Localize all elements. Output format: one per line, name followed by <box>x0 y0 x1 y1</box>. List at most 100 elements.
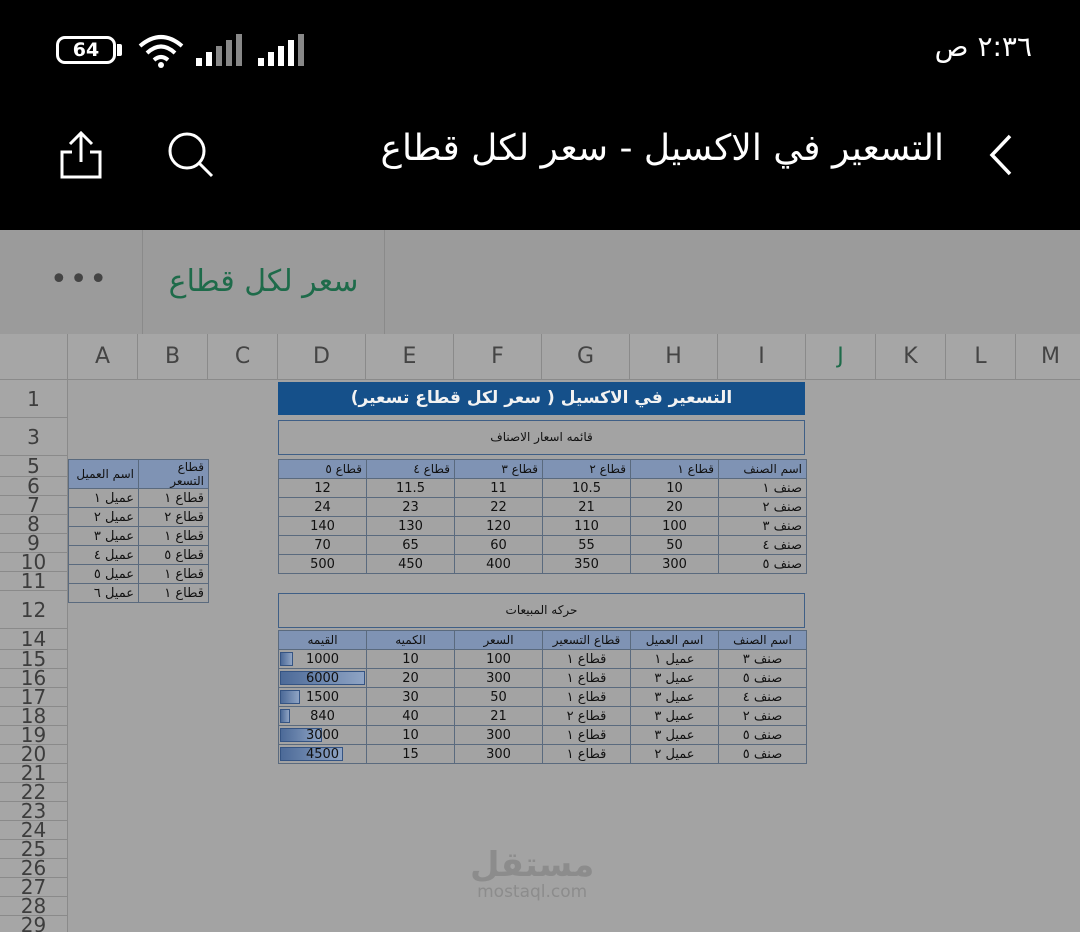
column-header-f[interactable]: F <box>454 334 542 380</box>
value-cell[interactable]: 1500 <box>278 687 367 707</box>
cell[interactable]: 450 <box>366 554 455 574</box>
cell[interactable]: 21 <box>542 497 631 517</box>
column-header-c[interactable]: C <box>208 334 278 380</box>
cell[interactable]: صنف ٥ <box>718 554 807 574</box>
cell[interactable]: 50 <box>454 687 543 707</box>
spreadsheet-grid[interactable]: A B C D E F G H I J K L M 1 3 5 6 7 8 9 … <box>0 334 1080 932</box>
cell[interactable]: 100 <box>630 516 719 536</box>
row-header-15[interactable]: 15 <box>0 650 68 669</box>
header-item-name[interactable]: اسم الصنف <box>718 459 807 479</box>
cell[interactable]: قطاع ١ <box>138 583 209 603</box>
column-header-b[interactable]: B <box>138 334 208 380</box>
cell[interactable]: 55 <box>542 535 631 555</box>
column-header-l[interactable]: L <box>946 334 1016 380</box>
cell[interactable]: 400 <box>454 554 543 574</box>
cell[interactable]: 300 <box>454 725 543 745</box>
cell[interactable]: 50 <box>630 535 719 555</box>
cell[interactable]: قطاع ٢ <box>138 507 209 527</box>
cell[interactable]: صنف ٥ <box>718 744 807 764</box>
cell[interactable]: 40 <box>366 706 455 726</box>
row-header-3[interactable]: 3 <box>0 418 68 456</box>
header-value[interactable]: القيمه <box>278 630 367 650</box>
cell[interactable]: صنف ٢ <box>718 497 807 517</box>
cell[interactable]: قطاع ١ <box>542 725 631 745</box>
cell[interactable]: صنف ٥ <box>718 668 807 688</box>
row-header-6[interactable]: 6 <box>0 477 68 496</box>
row-header-25[interactable]: 25 <box>0 840 68 859</box>
cell[interactable]: عميل ٣ <box>630 668 719 688</box>
column-header-k[interactable]: K <box>876 334 946 380</box>
share-icon[interactable] <box>58 130 104 180</box>
cell[interactable]: 22 <box>454 497 543 517</box>
cell[interactable]: 12 <box>278 478 367 498</box>
cell[interactable]: صنف ٣ <box>718 516 807 536</box>
cell[interactable]: عميل ٢ <box>68 507 139 527</box>
cell[interactable]: عميل ٣ <box>630 687 719 707</box>
cell[interactable]: صنف ٢ <box>718 706 807 726</box>
row-header-27[interactable]: 27 <box>0 878 68 897</box>
value-cell[interactable]: 6000 <box>278 668 367 688</box>
price-list-caption[interactable]: قائمه اسعار الاصناف <box>278 420 805 455</box>
column-header-e[interactable]: E <box>366 334 454 380</box>
row-header-29[interactable]: 29 <box>0 916 68 932</box>
header-quantity[interactable]: الكميه <box>366 630 455 650</box>
header-sector-5[interactable]: قطاع ٥ <box>278 459 367 479</box>
cell[interactable]: 300 <box>454 744 543 764</box>
row-header-24[interactable]: 24 <box>0 821 68 840</box>
row-header-21[interactable]: 21 <box>0 764 68 783</box>
cell[interactable]: 21 <box>454 706 543 726</box>
cell[interactable]: قطاع ١ <box>542 649 631 669</box>
sales-caption[interactable]: حركه المبيعات <box>278 593 805 628</box>
value-cell[interactable]: 1000 <box>278 649 367 669</box>
cell[interactable]: 11.5 <box>366 478 455 498</box>
cell[interactable]: عميل ٤ <box>68 545 139 565</box>
cell[interactable]: قطاع ١ <box>138 564 209 584</box>
cell[interactable]: 110 <box>542 516 631 536</box>
cell[interactable]: 300 <box>630 554 719 574</box>
row-header-7[interactable]: 7 <box>0 496 68 515</box>
row-header-9[interactable]: 9 <box>0 534 68 553</box>
search-icon[interactable] <box>166 130 216 180</box>
cell[interactable]: 10 <box>366 725 455 745</box>
header-sector-2[interactable]: قطاع ٢ <box>542 459 631 479</box>
row-header-20[interactable]: 20 <box>0 745 68 764</box>
cell[interactable]: عميل ٣ <box>68 526 139 546</box>
header-sector-4[interactable]: قطاع ٤ <box>366 459 455 479</box>
cell[interactable]: 20 <box>366 668 455 688</box>
cell[interactable]: قطاع ١ <box>138 488 209 508</box>
cell[interactable]: عميل ٦ <box>68 583 139 603</box>
cell[interactable]: 10 <box>630 478 719 498</box>
cell[interactable]: 70 <box>278 535 367 555</box>
sheet-title-banner[interactable]: التسعير في الاكسيل ( سعر لكل قطاع تسعير) <box>278 382 805 415</box>
cell[interactable]: قطاع ١ <box>542 687 631 707</box>
cell[interactable]: 10 <box>366 649 455 669</box>
row-header-22[interactable]: 22 <box>0 783 68 802</box>
cell[interactable]: صنف ٤ <box>718 687 807 707</box>
cell[interactable]: صنف ١ <box>718 478 807 498</box>
cell[interactable]: 140 <box>278 516 367 536</box>
row-header-16[interactable]: 16 <box>0 669 68 688</box>
cell[interactable]: 100 <box>454 649 543 669</box>
cell[interactable]: قطاع ٥ <box>138 545 209 565</box>
row-header-12[interactable]: 12 <box>0 591 68 629</box>
cell[interactable]: 350 <box>542 554 631 574</box>
cell[interactable]: 65 <box>366 535 455 555</box>
column-header-h[interactable]: H <box>630 334 718 380</box>
cell[interactable]: 120 <box>454 516 543 536</box>
cell[interactable]: صنف ٤ <box>718 535 807 555</box>
row-header-26[interactable]: 26 <box>0 859 68 878</box>
cell[interactable]: صنف ٥ <box>718 725 807 745</box>
cell[interactable]: عميل ٥ <box>68 564 139 584</box>
cell[interactable]: 60 <box>454 535 543 555</box>
cell[interactable]: قطاع ١ <box>138 526 209 546</box>
row-header-1[interactable]: 1 <box>0 380 68 418</box>
row-header-23[interactable]: 23 <box>0 802 68 821</box>
cell[interactable]: 300 <box>454 668 543 688</box>
row-header-8[interactable]: 8 <box>0 515 68 534</box>
row-header-11[interactable]: 11 <box>0 572 68 591</box>
row-header-17[interactable]: 17 <box>0 688 68 707</box>
cell[interactable]: عميل ٢ <box>630 744 719 764</box>
cell[interactable]: صنف ٣ <box>718 649 807 669</box>
column-header-g[interactable]: G <box>542 334 630 380</box>
row-header-18[interactable]: 18 <box>0 707 68 726</box>
